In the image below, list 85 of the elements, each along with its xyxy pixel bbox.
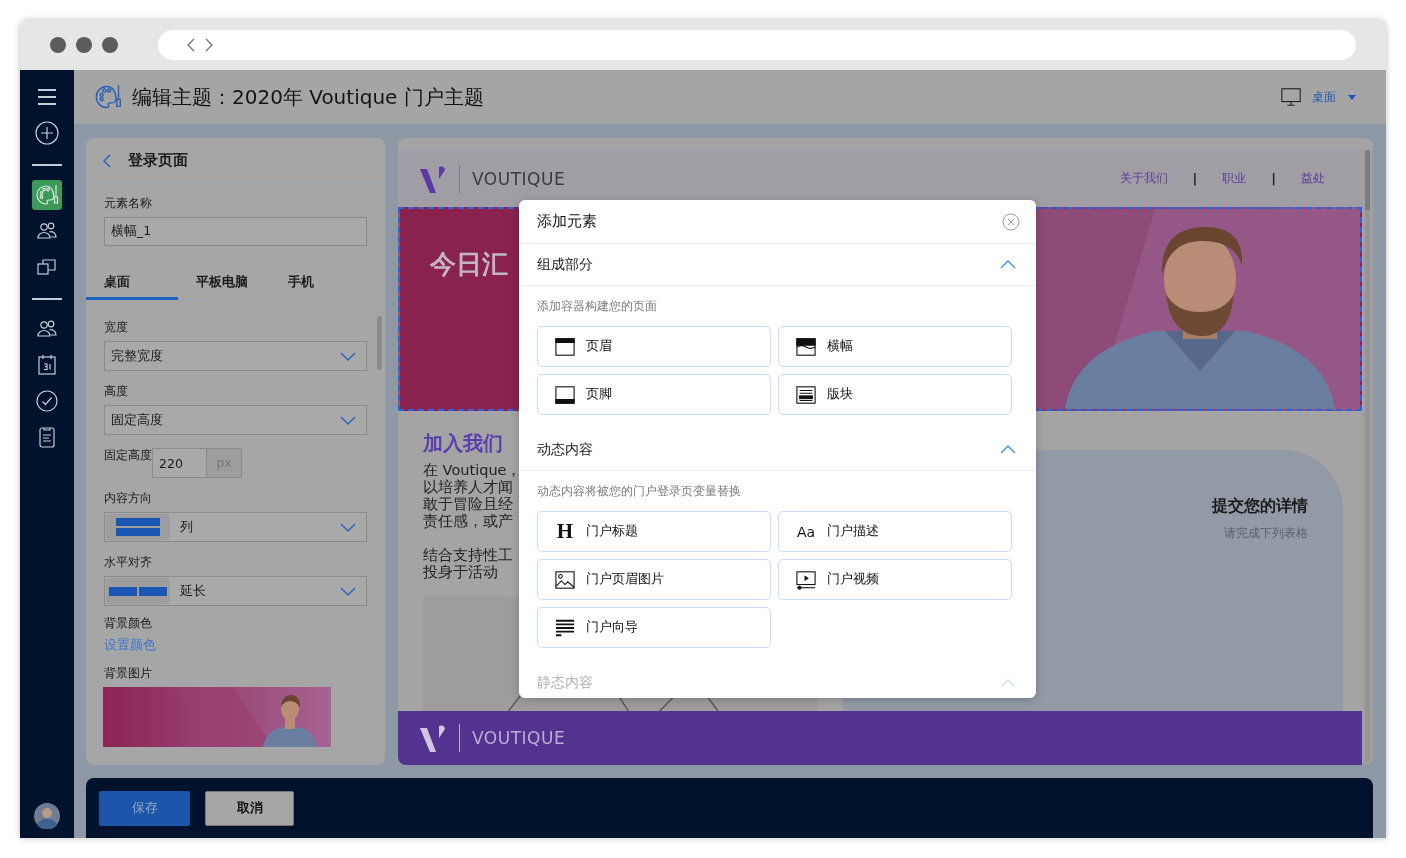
- element-option[interactable]: 版块: [778, 374, 1012, 415]
- element-option[interactable]: Aa 门户描述: [778, 511, 1012, 552]
- layout-icon: [106, 578, 170, 604]
- check-circle-icon: [35, 389, 59, 413]
- chevron-down-icon: [340, 522, 356, 532]
- tab[interactable]: 手机: [270, 267, 362, 300]
- field-label: 水平对齐: [104, 555, 153, 569]
- height-field[interactable]: 220: [152, 448, 207, 478]
- cancel-button[interactable]: 取消: [205, 790, 294, 826]
- calendar-icon: [35, 353, 59, 377]
- dropdown[interactable]: 完整宽度: [104, 341, 367, 371]
- banner-heading: 今日汇: [429, 248, 508, 281]
- section-title[interactable]: 动态内容: [537, 440, 593, 459]
- add-button[interactable]: [32, 118, 62, 148]
- element-option[interactable]: 页脚: [537, 374, 771, 415]
- scrollbar[interactable]: [1362, 150, 1373, 765]
- logo-icon: [420, 164, 446, 193]
- element-option[interactable]: H 门户标题: [537, 511, 771, 552]
- brand-name: VOUTIQUE: [472, 728, 566, 748]
- field-label: 元素名称: [104, 196, 153, 210]
- dropdown[interactable]: 延长: [104, 576, 367, 606]
- paragraph: 结合支持性工 投身于活动: [423, 547, 513, 581]
- image-icon: [554, 569, 576, 590]
- logo-icon: [420, 724, 446, 752]
- chevron-down-icon: [340, 415, 356, 425]
- form-title: 提交您的详情: [1212, 496, 1308, 517]
- plus-circle-icon: [35, 121, 59, 145]
- page-header-icon: [554, 336, 576, 357]
- window-dot[interactable]: [102, 37, 118, 53]
- dropdown-value: 列: [180, 518, 193, 536]
- avatar[interactable]: [34, 803, 60, 829]
- section-heading: 加入我们: [423, 431, 503, 455]
- form-hint: 请完成下列表格: [1224, 525, 1308, 542]
- page-title: 编辑主题：2020年 Voutique 门户主题: [132, 83, 484, 111]
- nav-separator: |: [1271, 171, 1276, 186]
- text-icon: Aa: [795, 523, 817, 540]
- element-option[interactable]: 页眉: [537, 326, 771, 367]
- back-icon[interactable]: [187, 38, 195, 52]
- chevron-down-icon: [340, 351, 356, 361]
- chevron-down-icon: [340, 586, 356, 596]
- field-label: 高度: [104, 384, 129, 398]
- scrollbar[interactable]: [377, 316, 382, 370]
- name-field[interactable]: 横幅_1: [104, 217, 367, 246]
- brand-name: VOUTIQUE: [472, 168, 566, 189]
- element-option[interactable]: 门户视频: [778, 559, 1012, 600]
- section-title[interactable]: 组成部分: [537, 255, 593, 274]
- palette-button[interactable]: [32, 180, 62, 210]
- tab[interactable]: 平板电脑: [178, 267, 270, 300]
- dropdown-value: 固定高度: [111, 411, 163, 429]
- panel-title: 登录页面: [128, 151, 188, 170]
- field-label: 内容方向: [104, 491, 153, 505]
- section-layout-icon: [795, 384, 817, 405]
- lines-icon: [554, 617, 576, 638]
- caret-icon: [1348, 94, 1356, 100]
- field-label: 固定高度: [104, 448, 152, 464]
- page-footer-icon: [554, 384, 576, 405]
- paragraph: 在 Voutique， 以培养人才闻 敢于冒险且经 责任感，或产: [423, 462, 522, 530]
- palette-icon: [35, 183, 59, 207]
- forward-icon[interactable]: [205, 38, 213, 52]
- element-option[interactable]: 横幅: [778, 326, 1012, 367]
- monitor-icon: [1280, 86, 1302, 108]
- close-icon[interactable]: [1002, 212, 1020, 231]
- field-label: 背景颜色: [104, 616, 153, 630]
- field-label: 背景图片: [104, 666, 153, 680]
- dropdown[interactable]: 固定高度: [104, 405, 367, 435]
- section-hint: 添加容器构建您的页面: [537, 299, 658, 313]
- dropdown[interactable]: 列: [104, 512, 367, 542]
- element-option[interactable]: 门户页眉图片: [537, 559, 771, 600]
- nav-separator: |: [1192, 171, 1198, 186]
- window-dot[interactable]: [50, 37, 66, 53]
- field-label: 宽度: [104, 320, 129, 334]
- dropdown-value: 延长: [180, 582, 206, 600]
- element-option[interactable]: 门户向导: [537, 607, 771, 648]
- banner-icon: [795, 336, 817, 357]
- tab[interactable]: 桌面: [86, 267, 178, 300]
- palette-icon: [94, 83, 122, 111]
- heading-icon: H: [554, 519, 576, 544]
- window-dot[interactable]: [76, 37, 92, 53]
- dropdown-value: 完整宽度: [111, 347, 163, 365]
- layout-icon: [106, 514, 170, 540]
- section-hint: 动态内容将被您的门户登录页变量替换: [537, 484, 742, 498]
- video-icon: [795, 569, 817, 590]
- chevron-up-icon[interactable]: [1000, 260, 1016, 269]
- chevron-up-icon[interactable]: [1000, 445, 1016, 454]
- dialog-title: 添加元素: [537, 212, 597, 231]
